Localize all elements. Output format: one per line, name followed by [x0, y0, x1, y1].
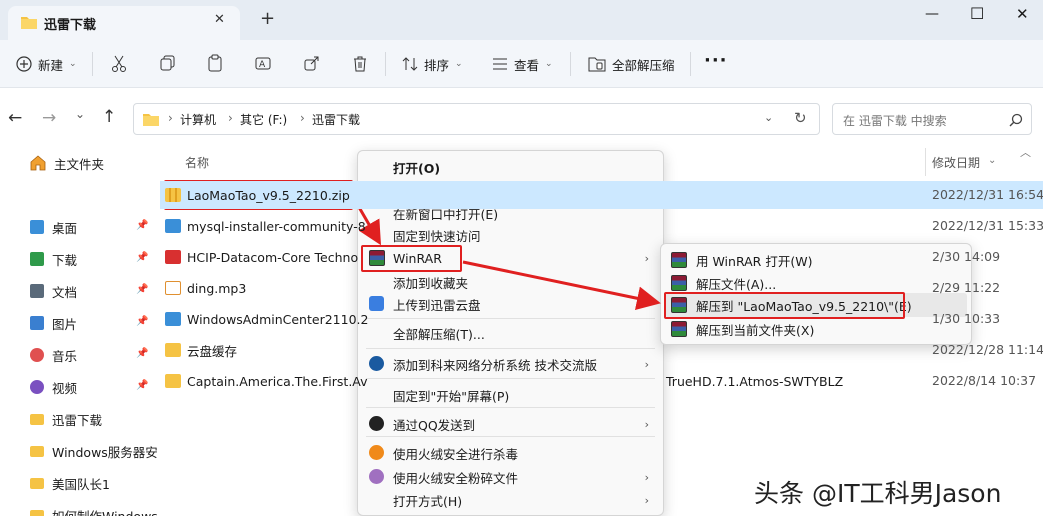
file-row[interactable]: LaoMaoTao_v9.5_2210.zip — [165, 181, 350, 209]
pin-icon[interactable]: 📌 — [136, 348, 148, 359]
file-row[interactable]: Captain.America.The.First.Av — [165, 367, 368, 395]
sidebar-item[interactable]: Windows服务器安 — [30, 440, 158, 462]
mp3-file-icon — [165, 281, 181, 295]
sidebar-item[interactable]: 桌面 — [30, 216, 77, 238]
file-date: 2022/8/14 10:37 — [932, 373, 1037, 388]
file-name: LaoMaoTao_v9.5_2210.zip — [187, 187, 350, 203]
sidebar-item[interactable]: 美国队长1 — [30, 472, 110, 494]
file-name: 云盘缓存 — [187, 343, 238, 359]
sidebar-item[interactable]: 迅雷下载 — [30, 408, 102, 430]
watermark: 头条 @IT工科男Jason — [754, 479, 1002, 508]
sidebar-item[interactable]: 视频 — [30, 376, 77, 398]
video-icon — [30, 380, 44, 394]
folder-icon — [30, 413, 44, 425]
folder-icon — [30, 509, 44, 516]
file-date: 2022/12/31 16:54 — [932, 187, 1043, 202]
msi-file-icon — [165, 312, 181, 326]
pin-icon[interactable]: 📌 — [136, 220, 148, 231]
sidebar-item-label: 迅雷下载 — [52, 412, 103, 428]
file-date: 2/29 11:22 — [932, 280, 1001, 295]
desktop-icon — [30, 220, 44, 234]
sidebar-item-label: 文档 — [52, 284, 78, 300]
sidebar-item[interactable]: 图片 — [30, 312, 77, 334]
file-row[interactable]: 云盘缓存 — [165, 336, 237, 364]
sidebar-item-label: 下载 — [52, 252, 78, 268]
sidebar-item-label: 图片 — [52, 316, 78, 332]
sidebar-item[interactable]: 下载 — [30, 248, 77, 270]
folder-file-icon — [165, 343, 181, 357]
sidebar-item[interactable]: 文档 — [30, 280, 77, 302]
pin-icon[interactable]: 📌 — [136, 252, 148, 263]
file-name: ding.mp3 — [187, 280, 247, 296]
file-row[interactable]: WindowsAdminCenter2110.2 — [165, 305, 368, 333]
document-icon — [30, 284, 44, 298]
folder-icon — [30, 477, 44, 489]
sidebar-item[interactable]: 如何制作Windows — [30, 504, 158, 516]
file-name: HCIP-Datacom-Core Techno — [187, 249, 359, 265]
sidebar-item-label: 如何制作Windows — [52, 508, 158, 516]
file-date: 1/30 10:33 — [932, 311, 1001, 326]
download-icon — [30, 252, 44, 266]
pin-icon[interactable]: 📌 — [136, 380, 148, 391]
file-date: 2/30 14:09 — [932, 249, 1001, 264]
pin-icon[interactable]: 📌 — [136, 284, 148, 295]
sidebar-item-label: 美国队长1 — [52, 476, 110, 492]
music-icon — [30, 348, 44, 362]
file-explorer-window: 迅雷下载 ✕ + — ☐ ✕ 新建 ⌄ A 排序 ⌄ 查看 ⌄ 全部解压缩 ··… — [0, 0, 1043, 516]
folder-file-icon — [165, 374, 181, 388]
file-row[interactable]: HCIP-Datacom-Core Techno — [165, 243, 358, 271]
arrow-to-extract — [462, 260, 661, 311]
file-date: 2022/12/31 15:33 — [932, 218, 1043, 233]
file-name: WindowsAdminCenter2110.2 — [187, 311, 369, 327]
sidebar-item-label: 桌面 — [52, 220, 78, 236]
pdf-file-icon — [165, 250, 181, 264]
picture-icon — [30, 316, 44, 330]
sidebar-item-label: Windows服务器安 — [52, 444, 158, 460]
folder-icon — [30, 445, 44, 457]
sidebar-item-label: 音乐 — [52, 348, 78, 364]
sidebar-item[interactable]: 音乐 — [30, 344, 77, 366]
file-name: Captain.America.The.First.Av — [187, 373, 368, 389]
msi-file-icon — [165, 219, 181, 233]
file-row[interactable]: mysql-installer-community-8 — [165, 212, 366, 240]
file-name: mysql-installer-community-8 — [187, 218, 366, 234]
annotation-arrows — [354, 201, 661, 311]
file-date: 2022/12/28 11:14 — [932, 342, 1043, 357]
zip-file-icon — [165, 188, 181, 202]
sidebar-item-label: 视频 — [52, 380, 78, 396]
pin-icon[interactable]: 📌 — [136, 316, 148, 327]
file-row[interactable]: ding.mp3 — [165, 274, 246, 302]
